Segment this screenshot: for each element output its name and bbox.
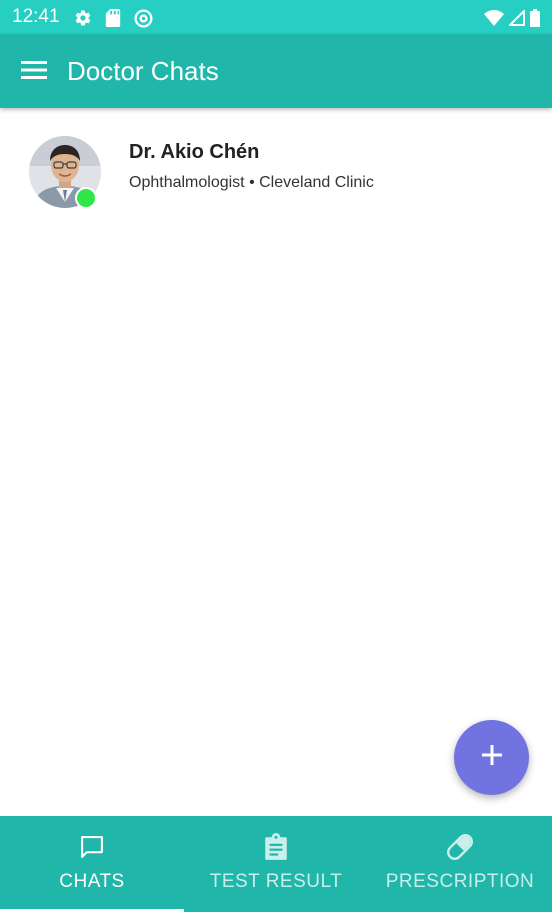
page-title: Doctor Chats bbox=[67, 56, 219, 86]
signal-icon bbox=[509, 10, 525, 26]
tab-test-result-label: TEST RESULT bbox=[209, 871, 343, 892]
app-bar: Doctor Chats bbox=[0, 34, 552, 108]
bottom-navigation: CHATS TEST RESULT PRESCRIPTION bbox=[0, 816, 552, 912]
online-status-indicator bbox=[75, 187, 97, 209]
pill-icon bbox=[444, 831, 476, 863]
chat-list: Dr. Akio Chén Ophthalmologist • Clevelan… bbox=[0, 108, 552, 212]
status-left-icons bbox=[74, 8, 153, 28]
chat-list-item[interactable]: Dr. Akio Chén Ophthalmologist • Clevelan… bbox=[0, 108, 552, 212]
sd-card-icon bbox=[105, 9, 121, 27]
chat-bubble-icon bbox=[76, 831, 108, 863]
clipboard-icon bbox=[260, 831, 292, 863]
tab-prescription[interactable]: PRESCRIPTION bbox=[368, 816, 552, 912]
battery-icon bbox=[530, 9, 540, 27]
menu-button[interactable] bbox=[14, 52, 54, 92]
screen: 12:41 Doctor Chats Dr. Akio Chén Ophthal… bbox=[0, 0, 552, 912]
tab-test-result[interactable]: TEST RESULT bbox=[184, 816, 368, 912]
settings-icon bbox=[74, 9, 92, 27]
wifi-icon bbox=[484, 10, 504, 26]
status-time: 12:41 bbox=[12, 6, 60, 27]
hamburger-menu-icon bbox=[21, 60, 47, 85]
doctor-name: Dr. Akio Chén bbox=[129, 141, 260, 163]
tab-prescription-label: PRESCRIPTION bbox=[385, 871, 535, 892]
doctor-specialty-clinic: Ophthalmologist • Cleveland Clinic bbox=[129, 174, 374, 191]
new-chat-fab[interactable] bbox=[454, 720, 529, 795]
plus-icon bbox=[481, 744, 503, 771]
tab-chats[interactable]: CHATS bbox=[0, 816, 184, 912]
status-bar: 12:41 bbox=[0, 0, 552, 34]
at-sign-icon bbox=[134, 8, 153, 28]
status-right-icons bbox=[484, 8, 540, 28]
tab-chats-label: CHATS bbox=[59, 871, 125, 892]
